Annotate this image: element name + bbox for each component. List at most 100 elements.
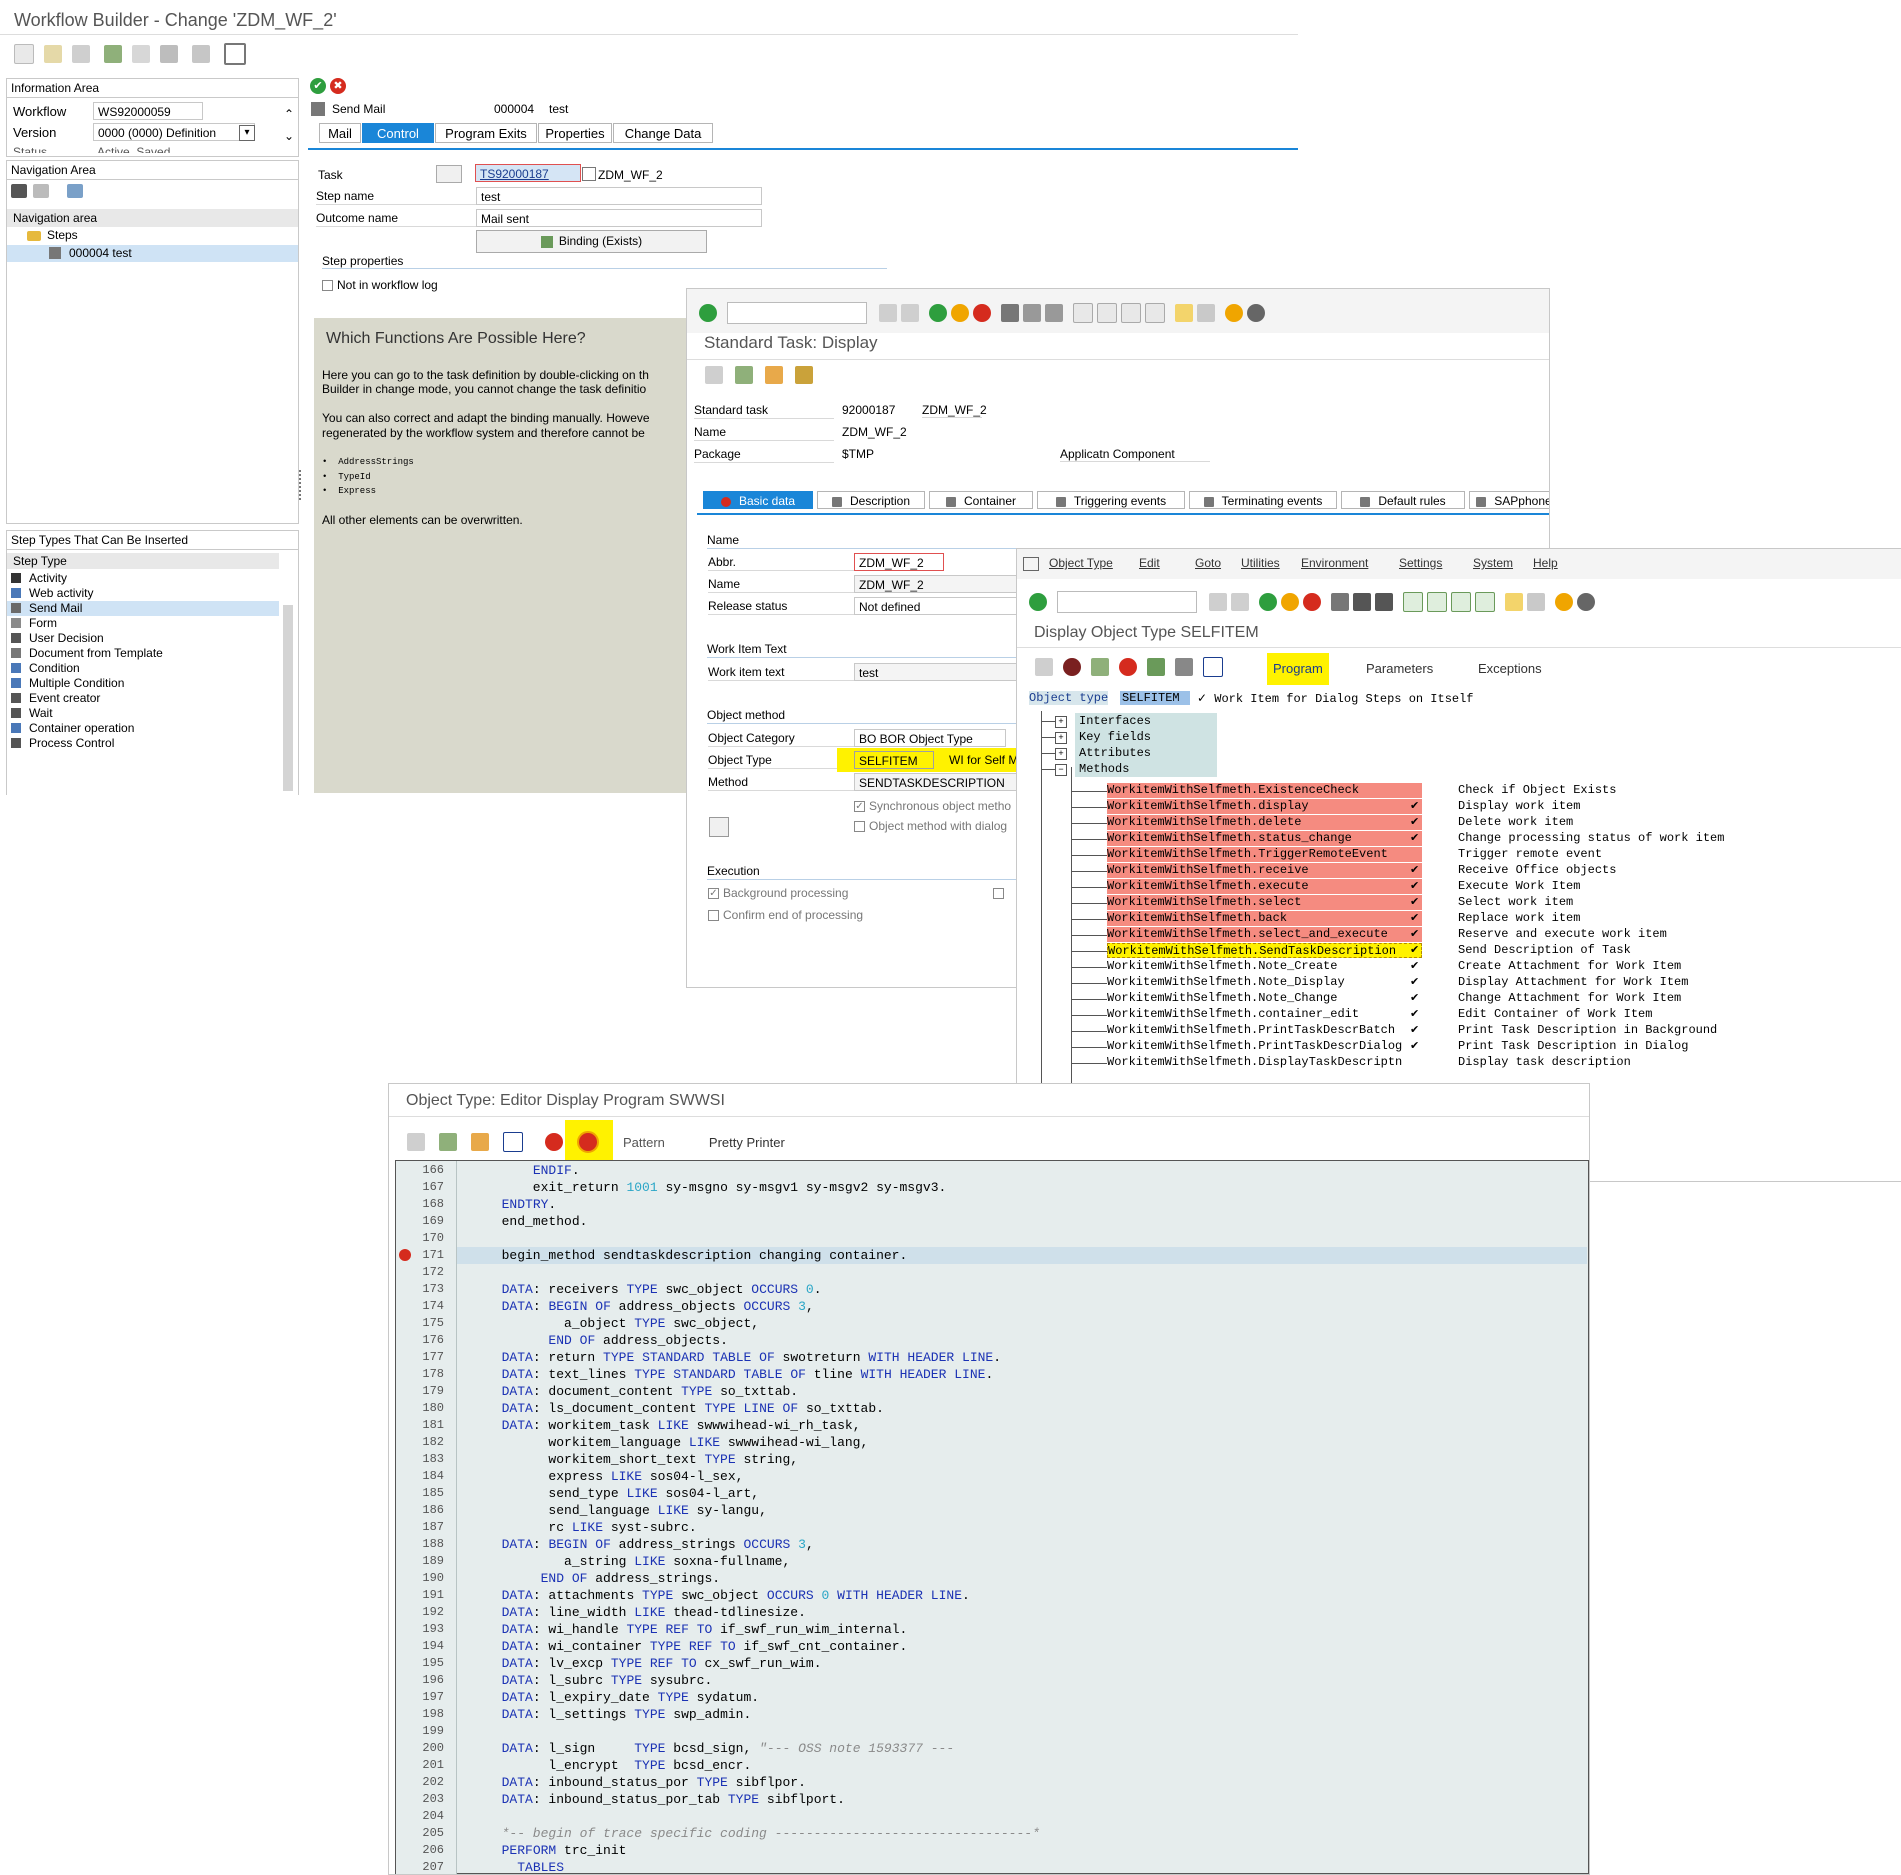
task-field[interactable]: TS92000187 bbox=[475, 164, 581, 182]
back-icon[interactable] bbox=[929, 304, 947, 322]
method-row[interactable]: WorkitemWithSelfmeth.receive bbox=[1107, 863, 1422, 878]
release-status-dropdown[interactable]: Not defined bbox=[854, 597, 1024, 615]
tab-container[interactable]: Container bbox=[929, 491, 1033, 509]
command-field[interactable] bbox=[727, 302, 867, 324]
code-line[interactable]: DATA: inbound_status_por_tab TYPE sibflp… bbox=[486, 1792, 845, 1807]
tab-basic-data[interactable]: Basic data bbox=[703, 491, 813, 509]
code-line[interactable]: DATA: wi_handle TYPE REF TO if_swf_run_w… bbox=[486, 1622, 908, 1637]
tree-expand-icon[interactable]: + bbox=[1055, 748, 1067, 760]
workflow-field[interactable]: WS92000059 bbox=[93, 102, 203, 120]
enter-icon[interactable] bbox=[1029, 593, 1047, 611]
menu-help[interactable]: Help bbox=[1533, 556, 1558, 570]
tab-exceptions[interactable]: Exceptions bbox=[1472, 653, 1548, 685]
method-row[interactable]: WorkitemWithSelfmeth.select_and_execute bbox=[1107, 927, 1422, 942]
steps-node[interactable]: Steps bbox=[47, 228, 78, 242]
find-next-icon[interactable] bbox=[1375, 593, 1393, 611]
not-in-log-checkbox[interactable]: Not in workflow log bbox=[322, 278, 438, 292]
hierarchy-icon[interactable] bbox=[735, 366, 753, 384]
code-line[interactable]: workitem_language LIKE swwwihead-wi_lang… bbox=[486, 1435, 868, 1450]
hat-icon[interactable] bbox=[1063, 658, 1081, 676]
step-type-item[interactable]: Activity bbox=[7, 571, 279, 586]
next-page-icon[interactable] bbox=[1121, 303, 1141, 323]
generate-icon[interactable] bbox=[1119, 658, 1137, 676]
tree-expand-icon[interactable]: + bbox=[1055, 716, 1067, 728]
step-type-item[interactable]: Send Mail bbox=[7, 601, 279, 616]
menu-system[interactable]: System bbox=[1473, 556, 1513, 570]
tree-node[interactable]: Interfaces bbox=[1075, 713, 1217, 729]
code-line[interactable]: DATA: text_lines TYPE STANDARD TABLE OF … bbox=[486, 1367, 994, 1382]
where-used-icon[interactable] bbox=[471, 1133, 489, 1151]
tab-description[interactable]: Description bbox=[817, 491, 925, 509]
tab-change-data[interactable]: Change Data bbox=[613, 123, 713, 143]
tree-expand-icon[interactable]: − bbox=[1055, 764, 1067, 776]
method-row[interactable]: WorkitemWithSelfmeth.Note_Display bbox=[1107, 975, 1422, 990]
code-line[interactable]: send_language LIKE sy-langu, bbox=[486, 1503, 766, 1518]
step-type-item[interactable]: Process Control bbox=[7, 736, 279, 751]
info-icon[interactable] bbox=[1203, 657, 1223, 677]
tree-node[interactable]: Key fields bbox=[1075, 729, 1217, 745]
glasses-icon[interactable] bbox=[407, 1133, 425, 1151]
code-line[interactable]: l_encrypt TYPE bcsd_encr. bbox=[486, 1758, 751, 1773]
confirm-icon[interactable]: ✔ bbox=[310, 78, 326, 94]
menu-settings[interactable]: Settings bbox=[1399, 556, 1442, 570]
binding-button[interactable]: Binding (Exists) bbox=[476, 230, 707, 253]
exit-icon[interactable] bbox=[951, 304, 969, 322]
menu-edit[interactable]: Edit bbox=[1139, 556, 1160, 570]
pattern-button[interactable]: Pattern bbox=[623, 1135, 665, 1150]
menu-object-type[interactable]: Object Type bbox=[1049, 556, 1113, 570]
copy-icon[interactable] bbox=[582, 167, 596, 181]
tab-parameters[interactable]: Parameters bbox=[1360, 653, 1439, 685]
menu-environment[interactable]: Environment bbox=[1301, 556, 1368, 570]
scroll-up-icon[interactable]: ⌃ bbox=[284, 107, 294, 121]
method-row[interactable]: WorkitemWithSelfmeth.status_change bbox=[1107, 831, 1422, 846]
cancel-icon[interactable]: ✖ bbox=[330, 78, 346, 94]
binding-editor-icon[interactable] bbox=[709, 817, 729, 837]
prev-page-icon[interactable] bbox=[1097, 303, 1117, 323]
code-line[interactable]: DATA: return TYPE STANDARD TABLE OF swot… bbox=[486, 1350, 1001, 1365]
code-line[interactable]: ENDIF. bbox=[486, 1163, 580, 1178]
where-used-icon[interactable] bbox=[1175, 658, 1193, 676]
method-row[interactable]: WorkitemWithSelfmeth.PrintTaskDescrBatch bbox=[1107, 1023, 1422, 1038]
print-icon[interactable] bbox=[1331, 593, 1349, 611]
chevron-down-icon[interactable]: ▾ bbox=[239, 125, 255, 141]
binoculars-icon[interactable] bbox=[436, 165, 462, 183]
code-line[interactable]: a_string LIKE soxna-fullname, bbox=[486, 1554, 790, 1569]
settings-gear-icon[interactable] bbox=[1577, 593, 1595, 611]
code-line[interactable]: DATA: attachments TYPE swc_object OCCURS… bbox=[486, 1588, 970, 1603]
help-icon[interactable] bbox=[1225, 304, 1243, 322]
where-used-icon[interactable] bbox=[765, 366, 783, 384]
step-type-item[interactable]: Multiple Condition bbox=[7, 676, 279, 691]
tree-node[interactable]: Methods bbox=[1075, 761, 1217, 777]
method-row[interactable]: WorkitemWithSelfmeth.delete bbox=[1107, 815, 1422, 830]
menu-icon[interactable] bbox=[1023, 557, 1039, 571]
method-row[interactable]: WorkitemWithSelfmeth.select bbox=[1107, 895, 1422, 910]
find-icon[interactable] bbox=[1023, 304, 1041, 322]
glasses-icon[interactable] bbox=[72, 45, 90, 63]
code-line[interactable]: DATA: BEGIN OF address_strings OCCURS 3, bbox=[486, 1537, 814, 1552]
prev-page-icon[interactable] bbox=[1427, 592, 1447, 612]
step-type-item[interactable]: User Decision bbox=[7, 631, 279, 646]
method-row[interactable]: WorkitemWithSelfmeth.Note_Change bbox=[1107, 991, 1422, 1006]
method-row[interactable]: WorkitemWithSelfmeth.DisplayTaskDescript… bbox=[1107, 1055, 1422, 1070]
code-line[interactable]: END OF address_strings. bbox=[486, 1571, 720, 1586]
test-icon[interactable] bbox=[1147, 658, 1165, 676]
new-icon[interactable] bbox=[14, 44, 34, 64]
method-row[interactable]: WorkitemWithSelfmeth.Note_Create bbox=[1107, 959, 1422, 974]
menu-goto[interactable]: Goto bbox=[1195, 556, 1221, 570]
step-types-scrollbar[interactable] bbox=[283, 605, 293, 791]
code-line[interactable]: DATA: receivers TYPE swc_object OCCURS 0… bbox=[486, 1282, 822, 1297]
find-icon[interactable] bbox=[1353, 593, 1371, 611]
back-double-icon[interactable] bbox=[879, 304, 897, 322]
code-line[interactable]: DATA: inbound_status_por TYPE sibflpor. bbox=[486, 1775, 806, 1790]
code-line[interactable]: DATA: ls_document_content TYPE LINE OF s… bbox=[486, 1401, 884, 1416]
layout-icon[interactable] bbox=[224, 43, 246, 65]
code-line[interactable]: DATA: l_sign TYPE bcsd_sign, "--- OSS no… bbox=[486, 1741, 955, 1756]
back-icon[interactable] bbox=[1259, 593, 1277, 611]
code-area[interactable]: 166 ENDIF. 167 exit_return 1001 sy-msgno … bbox=[395, 1160, 1589, 1874]
dialog-method-checkbox[interactable]: Object method with dialog bbox=[854, 819, 1007, 833]
exit-icon[interactable] bbox=[1281, 593, 1299, 611]
first-page-icon[interactable] bbox=[1073, 303, 1093, 323]
step-type-item[interactable]: Wait bbox=[7, 706, 279, 721]
first-page-icon[interactable] bbox=[1403, 592, 1423, 612]
method-row[interactable]: WorkitemWithSelfmeth.back bbox=[1107, 911, 1422, 926]
